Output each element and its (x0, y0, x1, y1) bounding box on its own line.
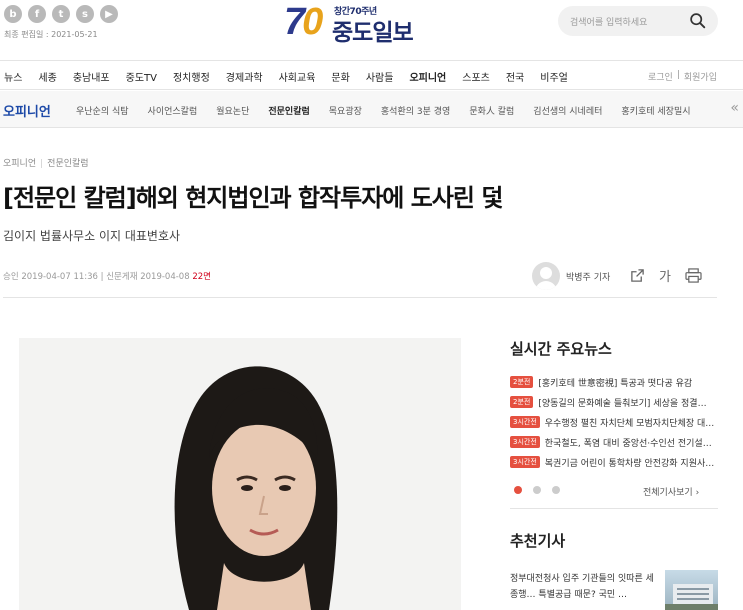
logo-number: 70 (284, 1, 323, 43)
realtime-news-list: 2분전 [홍키호테 世意密視] 특공과 떳다공 유감 2분전 [양동길의 문화예… (510, 372, 718, 472)
section-nav: 오피니언 우난순의 식탐 사이언스칼럼 월요논단 전문인칼럼 목요광장 홍석환의… (0, 91, 743, 128)
realtime-news-title: 실시간 주요뉴스 (510, 340, 612, 358)
article-tools: 가 (630, 266, 702, 285)
news-headline[interactable]: [양동길의 문화예술 들춰보기] 세상을 정결… (538, 396, 706, 409)
all-news-label: 전체기사보기 (643, 488, 693, 498)
time-badge: 3시간전 (510, 416, 540, 428)
author-portrait (19, 338, 461, 610)
kakao-story-icon[interactable]: s (76, 5, 94, 23)
news-headline[interactable]: 복권기금 어린이 통학차량 안전강화 지원사… (545, 456, 715, 469)
breadcrumb-item[interactable]: 전문인칼럼 (47, 159, 88, 169)
sidebar-divider (510, 508, 718, 509)
avatar (532, 262, 560, 290)
nav-item-tv[interactable]: 중도TV (126, 69, 157, 84)
time-badge: 2분전 (510, 376, 534, 388)
nav-item-sports[interactable]: 스포츠 (462, 69, 490, 84)
all-news-link[interactable]: 전체기사보기 › (643, 485, 699, 498)
site-logo[interactable]: 70 창간70주년 중도일보 (284, 1, 454, 46)
subnav-item[interactable]: 문화人 칼럼 (469, 104, 514, 117)
subnav-item[interactable]: 홍석환의 3분 경영 (381, 104, 450, 117)
nav-item-news[interactable]: 뉴스 (4, 69, 22, 84)
list-item[interactable]: 3시간전 복권기금 어린이 통학차량 안전강화 지원사… (510, 452, 718, 472)
list-item[interactable]: 3시간전 한국철도, 폭염 대비 중앙선·수인선 전기설… (510, 432, 718, 452)
time-badge: 3시간전 (510, 456, 540, 468)
list-item[interactable]: 3시간전 우수행정 펼친 자치단체 모범자치단체장 대… (510, 412, 718, 432)
main-nav-items: 뉴스 세종 충남내포 중도TV 정치행정 경제과학 사회교육 문화 사람들 오피… (4, 69, 584, 84)
chevron-right-icon: › (695, 488, 700, 498)
nav-item-politics[interactable]: 정치행정 (173, 69, 210, 84)
nav-item-economy[interactable]: 경제과학 (226, 69, 263, 84)
search-placeholder: 검색어를 입력하세요 (570, 18, 648, 28)
recommended-title: 추천기사 (510, 532, 566, 550)
nav-item-opinion[interactable]: 오피니언 (409, 69, 446, 84)
news-headline[interactable]: [홍키호테 世意密視] 특공과 떳다공 유감 (538, 376, 692, 389)
section-nav-items: 우난순의 식탐 사이언스칼럼 월요논단 전문인칼럼 목요광장 홍석환의 3분 경… (76, 104, 710, 117)
recommended-headline[interactable]: 정부대전청사 입주 기관들의 잇따른 세종행… 특별공급 때문? 국민 … (510, 571, 658, 603)
subnav-item-active[interactable]: 전문인칼럼 (268, 104, 309, 117)
building-image (665, 584, 718, 610)
page-number: 22면 (192, 272, 211, 282)
recommended-thumbnail[interactable] (665, 570, 718, 610)
article-subtitle: 김이지 법률사무소 이지 대표변호사 (3, 229, 181, 243)
published-date: 신문게재 2019-04-08 (106, 272, 190, 282)
reporter-info[interactable]: 박병주 기자 (532, 262, 610, 290)
search-icon[interactable] (689, 12, 706, 29)
subnav-item[interactable]: 홍키호테 세장밀시 (621, 104, 690, 117)
account-links: 로그인 | 회원가입 (648, 70, 717, 83)
chevron-left-icon[interactable]: « (730, 100, 739, 116)
carousel-dot[interactable] (552, 486, 560, 494)
last-updated: 최종 편집일 : 2021-05-21 (4, 30, 98, 39)
subnav-item[interactable]: 우난순의 식탐 (76, 104, 129, 117)
print-icon[interactable] (685, 268, 702, 283)
list-item[interactable]: 2분전 [양동길의 문화예술 들춰보기] 세상을 정결… (510, 392, 718, 412)
nav-item-national[interactable]: 전국 (506, 69, 524, 84)
breadcrumb: 오피니언 | 전문인칼럼 (3, 156, 89, 169)
subnav-item[interactable]: 김선생의 시네레터 (533, 104, 602, 117)
article-title: [전문인 칼럼]해외 현지법인과 합작투자에 도사린 덫 (3, 184, 503, 212)
nav-item-chungnam[interactable]: 충남내포 (73, 69, 110, 84)
article-meta: 승인 2019-04-07 11:36 | 신문게재 2019-04-08 22… (3, 270, 211, 282)
search-input[interactable]: 검색어를 입력하세요 (558, 6, 718, 36)
approved-date: 승인 2019-04-07 11:36 (3, 272, 98, 282)
subnav-item[interactable]: 목요광장 (329, 104, 362, 117)
reporter-name: 박병주 기자 (566, 272, 611, 283)
site-header: b f t s ▶ 최종 편집일 : 2021-05-21 70 창간70주년 … (0, 0, 743, 60)
carousel-dot[interactable] (533, 486, 541, 494)
nav-item-culture[interactable]: 문화 (331, 69, 349, 84)
subnav-item[interactable]: 사이언스칼럼 (148, 104, 198, 117)
nav-item-visual[interactable]: 비주얼 (540, 69, 568, 84)
share-icon[interactable] (630, 268, 645, 283)
youtube-icon[interactable]: ▶ (100, 5, 118, 23)
nav-item-sejong[interactable]: 세종 (38, 69, 56, 84)
facebook-icon[interactable]: f (28, 5, 46, 23)
login-link[interactable]: 로그인 (648, 70, 673, 83)
carousel-dot-active[interactable] (514, 486, 522, 494)
nav-item-people[interactable]: 사람들 (366, 69, 394, 84)
time-badge: 2분전 (510, 396, 534, 408)
subnav-item[interactable]: 월요논단 (216, 104, 249, 117)
author-photo (19, 338, 461, 610)
breadcrumb-separator: | (40, 159, 44, 169)
account-separator: | (676, 70, 680, 80)
social-links: b f t s ▶ (4, 5, 118, 23)
naver-blog-icon[interactable]: b (4, 5, 22, 23)
section-title[interactable]: 오피니언 (3, 101, 51, 120)
time-badge: 3시간전 (510, 436, 540, 448)
font-size-button[interactable]: 가 (659, 266, 671, 285)
join-link[interactable]: 회원가입 (684, 70, 717, 83)
nav-item-society[interactable]: 사회교육 (279, 69, 316, 84)
carousel-pagination (514, 486, 560, 494)
twitter-icon[interactable]: t (52, 5, 70, 23)
main-nav: 뉴스 세종 충남내포 중도TV 정치행정 경제과학 사회교육 문화 사람들 오피… (0, 60, 743, 90)
list-item[interactable]: 2분전 [홍키호테 世意密視] 특공과 떳다공 유감 (510, 372, 718, 392)
header-divider (3, 297, 717, 298)
breadcrumb-item[interactable]: 오피니언 (3, 159, 36, 169)
news-headline[interactable]: 우수행정 펼친 자치단체 모범자치단체장 대… (545, 416, 715, 429)
logo-name: 중도일보 (332, 20, 414, 46)
news-headline[interactable]: 한국철도, 폭염 대비 중앙선·수인선 전기설… (545, 436, 712, 449)
